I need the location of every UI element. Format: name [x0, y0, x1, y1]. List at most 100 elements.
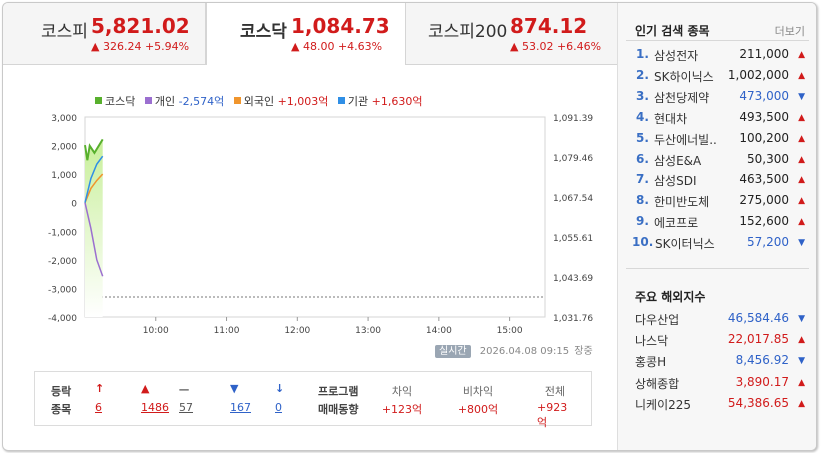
stats-count-link[interactable]: 6 [95, 401, 102, 414]
more-link[interactable]: 더보기 [775, 23, 805, 39]
rank-number: 7. [636, 172, 649, 187]
popular-stock-row[interactable]: 7. 삼성SDI 463,500 ▲ [618, 172, 816, 193]
program-label-top: 프로그램 [318, 385, 359, 398]
up-arrow-icon: ▲ [798, 377, 805, 388]
popular-stock-row[interactable]: 2. SK하이닉스 1,002,000 ▲ [618, 67, 816, 89]
stats-count-link[interactable]: 167 [230, 401, 251, 414]
left-axis-tick-label: -4,000 [48, 314, 77, 324]
popular-stock-row[interactable]: 10. SK이터닉스 57,200 ▼ [618, 235, 816, 256]
chart-footer: 실시간 2026.04.08 09:15 장중 [435, 342, 593, 358]
index-value: 3,890.17 [735, 374, 789, 389]
overseas-index-row[interactable]: 상해종합 3,890.17 ▲ [618, 374, 816, 396]
left-axis-tick-label: -3,000 [48, 285, 77, 295]
stock-price: 275,000 [739, 193, 789, 208]
x-axis-tick-label: 13:00 [355, 326, 381, 336]
tab-kospi[interactable]: 코스피 5,821.02 ▲ 326.24 +5.94% [3, 3, 206, 65]
rank-number: 5. [636, 130, 649, 145]
stats-box: 등락 종목 ↑ 6 ▲ 1486 ㅡ 57 ▼ 167 ↓ 0 프로그램 매매동향 차익 +123억… [34, 371, 592, 429]
side-panel: 인기 검색 종목 더보기 1. 삼성전자 211,000 ▲ 2. SK하이닉스 1,002… [617, 3, 816, 450]
realtime-badge[interactable]: 실시간 [435, 345, 471, 358]
stats-arrow-icon: ↑ [95, 382, 105, 395]
tab-kospi200-change: ▲ 53.02 +6.46% [510, 40, 602, 53]
x-axis-tick-label: 15:00 [497, 326, 523, 336]
tab-kospi-name: 코스피 [41, 22, 88, 42]
up-arrow-icon: ▲ [798, 154, 805, 165]
tab-kospi200-value: 874.12 [510, 14, 588, 38]
stats-arrow-icon: ▼ [230, 382, 239, 395]
x-axis-tick-label: 11:00 [214, 326, 240, 336]
popular-stock-row[interactable]: 5. 두산에너빌.. 100,200 ▲ [618, 130, 816, 152]
stats-count-link[interactable]: 1486 [141, 401, 169, 414]
rank-number: 8. [636, 193, 649, 208]
stock-name: 한미반도체 [654, 195, 710, 210]
down-arrow-icon: ▼ [798, 238, 805, 249]
popular-stock-row[interactable]: 4. 현대차 493,500 ▲ [618, 109, 816, 131]
popular-stock-row[interactable]: 1. 삼성전자 211,000 ▲ [618, 47, 816, 68]
program-label-bottom: 매매동향 [318, 403, 359, 416]
right-axis-tick-label: 1,055.61 [553, 234, 593, 244]
tab-kospi200[interactable]: 코스피200 874.12 ▲ 53.02 +6.46% [406, 3, 617, 65]
stock-name: SK이터닉스 [655, 237, 715, 252]
stock-price: 1,002,000 [727, 67, 789, 82]
divider [626, 268, 809, 269]
popular-stock-row[interactable]: 6. 삼성E&A 50,300 ▲ [618, 152, 816, 173]
tab-kospi-change: ▲ 326.24 +5.94% [91, 40, 190, 53]
program-item-value: +923억 [537, 401, 568, 429]
stats-label-top: 등락 [51, 385, 72, 398]
up-arrow-icon: ▲ [798, 175, 805, 186]
popular-stock-row[interactable]: 3. 삼천당제약 473,000 ▼ [618, 88, 816, 110]
stats-arrow-icon: ▲ [141, 382, 150, 395]
right-axis-tick-label: 1,079.46 [553, 154, 593, 164]
popular-stock-row[interactable]: 8. 한미반도체 275,000 ▲ [618, 193, 816, 214]
up-arrow-icon: ▲ [798, 196, 805, 207]
rank-number: 9. [636, 214, 649, 229]
stats-count-link[interactable]: 57 [179, 401, 193, 414]
stock-name: 삼성E&A [654, 153, 702, 168]
tab-kosdaq-name: 코스닥 [240, 22, 287, 42]
right-axis-tick-label: 1,043.69 [553, 274, 593, 284]
index-value: 8,456.92 [735, 353, 789, 368]
up-arrow-icon: ▲ [798, 133, 805, 144]
down-arrow-icon: ▼ [798, 314, 805, 324]
right-axis-tick-label: 1,031.76 [553, 314, 593, 324]
left-axis-tick-label: 3,000 [51, 114, 77, 124]
stock-name: 에코프로 [654, 216, 699, 231]
right-axis-tick-label: 1,091.39 [553, 114, 593, 124]
popular-title: 인기 검색 종목 [635, 24, 710, 38]
index-name: 니케이225 [635, 397, 692, 412]
up-arrow-icon: ▲ [798, 70, 805, 81]
down-arrow-icon: ▼ [798, 91, 805, 102]
stock-price: 473,000 [739, 88, 789, 103]
program-item-label: 비차익 [462, 385, 494, 398]
stock-name: 두산에너빌.. [654, 132, 717, 147]
index-value: 54,386.65 [727, 395, 789, 410]
stock-name: SK하이닉스 [654, 69, 714, 84]
overseas-index-row[interactable]: 니케이225 54,386.65 ▲ [618, 395, 816, 417]
index-name: 다우산업 [635, 313, 680, 327]
rank-number: 3. [636, 88, 649, 103]
stock-price: 57,200 [747, 235, 789, 250]
down-arrow-icon: ▼ [798, 356, 805, 367]
program-item-value: +123억 [381, 403, 423, 416]
intraday-chart: 3,000 2,000 1,000 0 -1,000 -2,000 -3,000 -4,000… [48, 114, 593, 336]
stock-name: 삼천당제약 [654, 90, 710, 105]
tab-kosdaq[interactable]: 코스닥 1,084.73 ▲ 48.00 +4.63% [206, 3, 406, 65]
program-item-value: +800억 [457, 403, 499, 416]
up-arrow-icon: ▲ [798, 50, 805, 60]
tab-kosdaq-change: ▲ 48.00 +4.63% [291, 40, 383, 53]
stats-label-bottom: 종목 [51, 403, 72, 416]
overseas-index-row[interactable]: 나스닥 22,017.85 ▲ [618, 332, 816, 353]
index-tabs: 코스피 5,821.02 ▲ 326.24 +5.94% 코스닥 1,084.7… [3, 3, 617, 65]
index-panel: 코스피 5,821.02 ▲ 326.24 +5.94% 코스닥 1,084.7… [3, 3, 617, 450]
x-axis-tick-label: 14:00 [426, 326, 452, 336]
popular-stock-row[interactable]: 9. 에코프로 152,600 ▲ [618, 214, 816, 235]
index-name: 홍콩H [635, 355, 667, 370]
stats-count-link[interactable]: 0 [275, 401, 282, 414]
overseas-index-row[interactable]: 다우산업 46,584.46 ▼ [618, 311, 816, 332]
right-axis-tick-label: 1,067.54 [553, 194, 593, 204]
left-axis-tick-label: -2,000 [48, 257, 77, 267]
overseas-index-row[interactable]: 홍콩H 8,456.92 ▼ [618, 353, 816, 374]
stock-price: 493,500 [739, 109, 789, 124]
stock-name: 현대차 [654, 111, 688, 126]
tab-kosdaq-value: 1,084.73 [291, 14, 390, 38]
